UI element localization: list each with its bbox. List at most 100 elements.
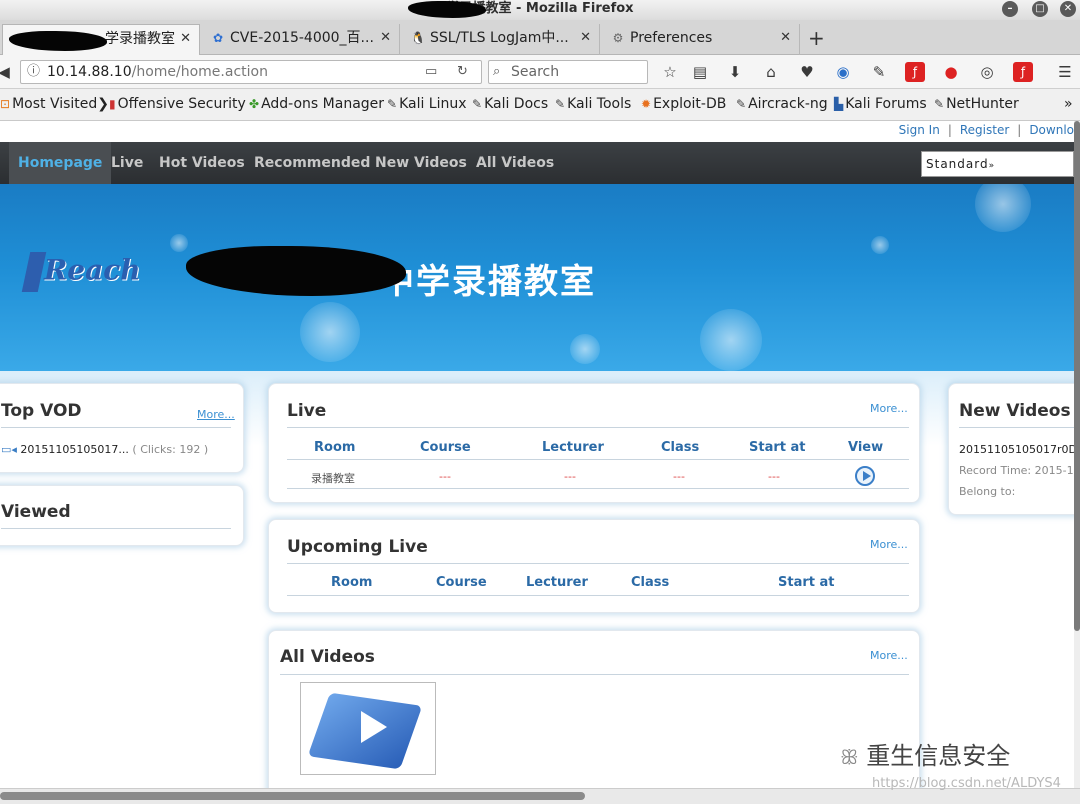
vod-item[interactable]: ▭◂ 20151105105017... ( Clicks: 192 )	[1, 443, 208, 456]
bookmark-addons-manager[interactable]: ✤ Add-ons Manager	[249, 89, 384, 120]
nav-new-videos[interactable]: New Videos	[375, 142, 467, 184]
chevron-down-icon: »	[988, 161, 996, 171]
bookmark-kali-docs[interactable]: ✎ Kali Docs	[472, 89, 548, 120]
bookmark-label: Offensive Security	[117, 96, 246, 112]
addon-red-icon[interactable]: ●	[941, 62, 961, 82]
horizontal-scrollbar-thumb[interactable]	[0, 792, 585, 800]
more-link[interactable]: More...	[870, 402, 908, 415]
new-tab-button[interactable]: +	[808, 24, 825, 52]
paw-icon: ✿	[212, 31, 224, 45]
close-tab-icon[interactable]: ✕	[180, 25, 191, 53]
menu-icon[interactable]: ☰	[1055, 62, 1075, 82]
bookmark-label: Kali Linux	[399, 96, 467, 112]
nav-live[interactable]: Live	[111, 142, 143, 184]
logo-text: Reach	[44, 253, 141, 287]
bookmark-label: NetHunter	[946, 96, 1019, 112]
url-bar[interactable]: ⓘ 10.14.88.10/home/home.action ▭ ↻	[20, 60, 482, 84]
addon-dial-icon[interactable]: ◎	[977, 62, 997, 82]
pocket-icon[interactable]: ♥	[797, 62, 817, 82]
bookmark-kali-forums[interactable]: ▙ Kali Forums	[834, 89, 927, 120]
cell-room: 录播教室	[311, 472, 355, 485]
bookmark-most-visited[interactable]: ⊡ Most Visited❯	[0, 89, 109, 120]
maximize-icon[interactable]: □	[1032, 1, 1048, 17]
bookmark-exploit-db[interactable]: ✹ Exploit-DB	[641, 89, 726, 120]
bookmark-kali-linux[interactable]: ✎ Kali Linux	[387, 89, 467, 120]
panel-title: New Videos	[959, 401, 1071, 421]
bookmark-label: Kali Tools	[567, 96, 632, 112]
nav-all-videos[interactable]: All Videos	[476, 142, 554, 184]
divider	[287, 488, 909, 489]
logo-mark	[21, 252, 47, 292]
bookmark-star-icon[interactable]: ☆	[660, 62, 680, 82]
url-host: 10.14.88.10	[47, 64, 132, 80]
nav-hot-videos[interactable]: Hot Videos	[159, 142, 245, 184]
wechat-icon: ꕥ	[840, 745, 859, 769]
search-input[interactable]: ⌕ Search	[488, 60, 648, 84]
panel-title: Upcoming Live	[287, 537, 428, 557]
panel-title: Viewed	[1, 502, 71, 522]
bookmarks-overflow-icon[interactable]: »	[1064, 89, 1073, 120]
more-link[interactable]: More...	[870, 538, 908, 551]
top-vod-panel: Top VOD More... ▭◂ 20151105105017... ( C…	[0, 383, 244, 473]
library-icon[interactable]: ▤	[690, 62, 710, 82]
sign-in-link[interactable]: Sign In	[899, 123, 940, 137]
addon-flash2-icon[interactable]: ƒ	[1013, 62, 1033, 82]
col-room: Room	[331, 575, 373, 590]
cell-class: ---	[673, 470, 685, 483]
vertical-scrollbar-thumb[interactable]	[1074, 121, 1080, 631]
close-window-icon[interactable]: ✕	[1060, 1, 1076, 17]
divider	[959, 427, 1080, 428]
exploitdb-icon: ✹	[641, 97, 652, 111]
back-icon[interactable]: ◀	[0, 62, 14, 82]
rss-icon: ⊡	[0, 97, 11, 111]
bookmark-label: Most Visited	[12, 96, 98, 112]
play-button-icon[interactable]	[855, 466, 875, 486]
bubble-decoration	[300, 302, 360, 362]
tab-1[interactable]: ✿ CVE-2015-4000_百... ✕	[202, 24, 400, 55]
home-icon[interactable]: ⌂	[761, 62, 781, 82]
tab-0[interactable]: 学录播教室 ✕	[2, 24, 200, 55]
bookmark-offensive-security[interactable]: ▮ Offensive Security	[109, 89, 246, 120]
quality-select[interactable]: Standard»	[921, 151, 1074, 177]
addon-flash-icon[interactable]: ƒ	[905, 62, 925, 82]
minimize-icon[interactable]: –	[1002, 1, 1018, 17]
cell-start-at: ---	[768, 470, 780, 483]
more-link[interactable]: More...	[197, 408, 235, 421]
offsec-icon: ▮	[109, 97, 116, 111]
download-link[interactable]: Downlo	[1029, 123, 1074, 137]
kali-icon: ✎	[934, 97, 945, 111]
viewed-panel: Viewed	[0, 485, 244, 546]
divider	[1, 427, 231, 428]
tab-3[interactable]: ⚙ Preferences ✕	[602, 24, 800, 55]
bookmark-aircrack-ng[interactable]: ✎ Aircrack-ng	[736, 89, 828, 120]
divider	[287, 595, 909, 596]
close-tab-icon[interactable]: ✕	[780, 24, 791, 52]
banner: Reach 中学录播教室	[0, 184, 1074, 371]
video-thumbnail[interactable]	[300, 682, 436, 775]
close-tab-icon[interactable]: ✕	[580, 24, 591, 52]
bookmark-label: Kali Docs	[484, 96, 549, 112]
reload-icon[interactable]: ↻	[457, 61, 468, 83]
more-link[interactable]: More...	[870, 649, 908, 662]
reader-view-icon[interactable]: ▭	[425, 61, 437, 83]
top-links: Sign In | Register | Downlo	[898, 123, 1074, 137]
kali-icon: ✎	[387, 97, 398, 111]
nav-homepage[interactable]: Homepage	[9, 142, 112, 184]
new-video-name[interactable]: 20151105105017r0DS	[959, 443, 1080, 456]
register-link[interactable]: Register	[960, 123, 1009, 137]
gear-icon: ⚙	[612, 31, 624, 45]
divider	[1, 528, 231, 529]
nav-recommended[interactable]: Recommended	[254, 142, 370, 184]
chevron-down-icon: ❯	[97, 96, 110, 112]
addon-globe-icon[interactable]: ◉	[833, 62, 853, 82]
bookmark-nethunter[interactable]: ✎ NetHunter	[934, 89, 1019, 120]
close-tab-icon[interactable]: ✕	[380, 24, 391, 52]
addon-tool-icon[interactable]: ✎	[869, 62, 889, 82]
tab-label: Preferences	[630, 30, 713, 46]
site-nav: Homepage Live Hot Videos Recommended New…	[0, 142, 1074, 184]
download-icon[interactable]: ⬇	[725, 62, 745, 82]
divider	[280, 674, 909, 675]
tab-2[interactable]: 🐧 SSL/TLS LogJam中... ✕	[402, 24, 600, 55]
bubble-decoration	[570, 334, 600, 364]
bookmark-kali-tools[interactable]: ✎ Kali Tools	[555, 89, 631, 120]
